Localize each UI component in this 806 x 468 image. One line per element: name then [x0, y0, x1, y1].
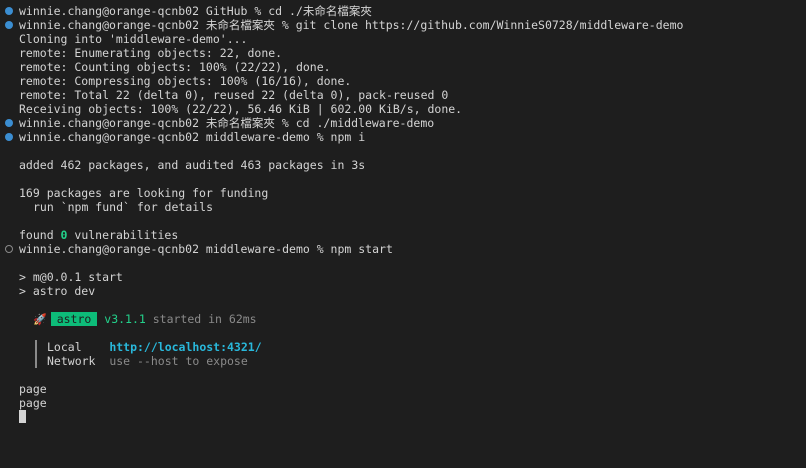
output-line: page [0, 382, 806, 396]
rocket-icon: 🚀 [33, 313, 47, 326]
command-running-marker-icon[interactable] [5, 245, 13, 253]
vulnerabilities-line: found 0 vulnerabilities [0, 228, 806, 242]
output-text: remote: Counting objects: 100% (22/22), … [19, 60, 331, 74]
command-done-marker-icon[interactable] [5, 21, 13, 29]
command-line: winnie.chang@orange-qcnb02 GitHub % cd .… [0, 4, 806, 18]
astro-version: v3.1.1 [104, 312, 146, 326]
output-text: Cloning into 'middleware-demo'... [19, 32, 248, 46]
command-line: winnie.chang@orange-qcnb02 middleware-de… [0, 242, 806, 256]
server-address-line: Local http://localhost:4321/ [0, 340, 806, 354]
output-text: 169 packages are looking for funding [19, 186, 269, 200]
astro-badge: astro [50, 312, 98, 326]
output-text: run `npm fund` for details [33, 200, 214, 214]
terminal-output[interactable]: winnie.chang@orange-qcnb02 GitHub % cd .… [0, 4, 806, 424]
output-line: page [0, 396, 806, 410]
command-text: winnie.chang@orange-qcnb02 未命名檔案夾 % git … [19, 18, 684, 32]
terminal-cursor [19, 410, 26, 423]
cursor-line [0, 410, 806, 424]
command-text: winnie.chang@orange-qcnb02 middleware-de… [19, 242, 393, 256]
command-text: winnie.chang@orange-qcnb02 GitHub % cd .… [19, 4, 372, 18]
astro-started-text: started in 62ms [145, 312, 257, 326]
output-line: remote: Compressing objects: 100% (16/16… [0, 74, 806, 88]
command-line: winnie.chang@orange-qcnb02 未命名檔案夾 % cd .… [0, 116, 806, 130]
output-text: remote: Total 22 (delta 0), reused 22 (d… [19, 88, 449, 102]
output-line: run `npm fund` for details [0, 200, 806, 214]
command-line: winnie.chang@orange-qcnb02 middleware-de… [0, 130, 806, 144]
address-label: Local [47, 340, 110, 354]
output-line: added 462 packages, and audited 463 pack… [0, 158, 806, 172]
output-line: Receiving objects: 100% (22/22), 56.46 K… [0, 102, 806, 116]
output-text: remote: Enumerating objects: 22, done. [19, 46, 283, 60]
output-text: Receiving objects: 100% (22/22), 56.46 K… [19, 102, 463, 116]
astro-banner: 🚀 astro v3.1.1 started in 62ms [0, 312, 806, 326]
command-text: winnie.chang@orange-qcnb02 未命名檔案夾 % cd .… [19, 116, 435, 130]
output-text: > m@0.0.1 start [19, 270, 123, 284]
output-line: remote: Counting objects: 100% (22/22), … [0, 60, 806, 74]
command-text: winnie.chang@orange-qcnb02 middleware-de… [19, 130, 366, 144]
command-line: winnie.chang@orange-qcnb02 未命名檔案夾 % git … [0, 18, 806, 32]
command-done-marker-icon[interactable] [5, 119, 13, 127]
output-line: 169 packages are looking for funding [0, 186, 806, 200]
localhost-link[interactable]: http://localhost:4321/ [109, 340, 261, 354]
output-line: > astro dev [0, 284, 806, 298]
address-block-bar [35, 340, 37, 354]
output-line: Cloning into 'middleware-demo'... [0, 32, 806, 46]
command-done-marker-icon[interactable] [5, 7, 13, 15]
output-text: > astro dev [19, 284, 96, 298]
output-text: remote: Compressing objects: 100% (16/16… [19, 74, 352, 88]
address-label: Network [47, 354, 110, 368]
vuln-prefix: found [19, 228, 61, 242]
output-text: page [19, 382, 47, 396]
server-address-line: Network use --host to expose [0, 354, 806, 368]
output-line: remote: Total 22 (delta 0), reused 22 (d… [0, 88, 806, 102]
output-text: added 462 packages, and audited 463 pack… [19, 158, 366, 172]
output-line: > m@0.0.1 start [0, 270, 806, 284]
address-block-bar [35, 354, 37, 368]
output-line: remote: Enumerating objects: 22, done. [0, 46, 806, 60]
network-hint: use --host to expose [109, 354, 248, 368]
command-done-marker-icon[interactable] [5, 133, 13, 141]
output-text: page [19, 396, 47, 410]
vuln-suffix: vulnerabilities [67, 228, 179, 242]
